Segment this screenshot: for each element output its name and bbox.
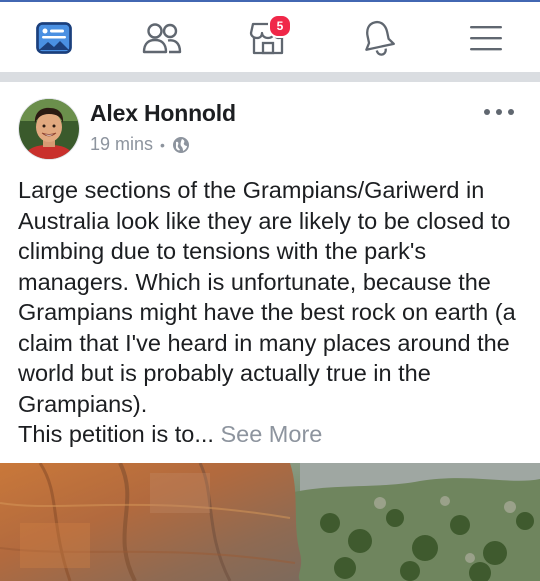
author-photo [19,99,79,159]
globe-icon [172,136,189,153]
grampians-rock-photo [0,463,540,581]
nav-notifications-button[interactable] [356,16,400,60]
hamburger-icon [470,26,502,51]
news-feed-icon [36,22,72,54]
top-navigation-bar: 5 [0,0,540,72]
post-meta: 19 mins • [90,134,190,155]
post-timestamp[interactable]: 19 mins [90,134,153,155]
post-body-continuation: This petition is to... See More [18,419,530,450]
nav-news-feed-button[interactable] [32,16,76,60]
nav-friends-button[interactable] [140,16,184,60]
feed-post: Alex Honnold 19 mins • Large sections of… [0,82,540,581]
see-more-link[interactable]: See More [220,421,322,447]
post-body: Large sections of the Grampians/Gariwerd… [18,175,530,450]
bell-icon [365,20,395,56]
feed-divider [0,72,540,82]
friends-icon [142,23,182,54]
ellipsis-icon [484,109,490,115]
nav-marketplace-button[interactable]: 5 [246,14,292,60]
post-options-button[interactable] [484,102,514,122]
author-avatar[interactable] [18,98,80,160]
post-body-truncated: This petition is to... [18,421,214,447]
meta-separator: • [160,136,165,153]
nav-menu-button[interactable] [464,16,508,60]
author-name[interactable]: Alex Honnold [90,100,236,127]
post-body-text: Large sections of the Grampians/Gariwerd… [18,177,516,417]
marketplace-badge: 5 [268,14,292,38]
post-image[interactable] [0,463,540,581]
